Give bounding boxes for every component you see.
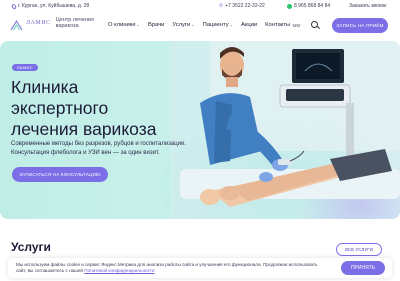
nav-item-contacts[interactable]: Контакты — [265, 22, 290, 28]
phone-primary-text[interactable]: +7 3522 22-32-22 — [225, 3, 265, 9]
cookie-accept-button[interactable]: ПРИНЯТЬ — [341, 261, 385, 275]
hero-lead-line-1: Современные методы без разрезов, рубцов … — [11, 141, 187, 147]
address: г. Курган, ул. Куйбышева, д. 28 — [10, 2, 90, 10]
whatsapp-icon — [287, 3, 292, 9]
appointment-button[interactable]: ЗАПИСЬ НА ПРИЁМ — [332, 18, 388, 33]
top-info-bar: г. Курган, ул. Куйбышева, д. 28 ✆ +7 352… — [0, 0, 400, 12]
nav-item-patients-label: Пациенту — [202, 22, 229, 28]
hero-badge: ЛАМИС — [12, 64, 38, 71]
all-services-button[interactable]: ВСЕ УСЛУГИ — [336, 243, 382, 256]
hero-title-line-2: экспертного — [11, 98, 109, 118]
chevron-down-icon: ⌄ — [191, 22, 195, 27]
cookie-text: Мы используем файлы cookie и сервис Янде… — [16, 262, 336, 274]
logo-subtitle: Центр лечения варикоза — [56, 17, 94, 29]
cookie-text-line-2: сайт, вы соглашаетесь с нашей — [16, 268, 85, 273]
nav-item-services[interactable]: Услуги⌄ — [172, 22, 194, 28]
nav-item-promotions-label: Акции — [240, 22, 258, 28]
services-title: Услуги — [11, 240, 51, 254]
cookie-banner: Мы используем файлы cookie и сервис Янде… — [8, 258, 392, 278]
hero-photo-doctor-ultrasound — [170, 41, 400, 219]
phone-whatsapp-text[interactable]: 8 965 868 84 84 — [294, 3, 330, 9]
hero: ЛАМИС Клиника экспертного лечения варико… — [0, 41, 400, 219]
phone-icon: ✆ — [219, 3, 224, 9]
search-icon[interactable] — [311, 21, 318, 28]
hero-title-line-3: лечения варикоза — [11, 119, 157, 139]
map-pin-icon — [10, 2, 18, 10]
nav-item-promotions[interactable]: Акции — [241, 22, 257, 28]
nav-item-about[interactable]: О клинике⌄ — [108, 22, 140, 28]
chevron-down-icon: ⌄ — [136, 22, 140, 27]
glasses-icon[interactable]: 👓 — [292, 22, 301, 30]
nav-item-patients[interactable]: Пациенту⌄ — [203, 22, 233, 28]
consultation-button[interactable]: ЗАПИСАТЬСЯ НА КОНСУЛЬТАЦИЮ — [12, 167, 108, 182]
hero-title: Клиника экспертного лечения варикоза — [11, 77, 156, 140]
logo[interactable]: ЛАМИС Центр лечения варикоза — [10, 17, 94, 30]
nav-item-services-label: Услуги — [172, 22, 191, 28]
callback-link[interactable]: Заказать звонок — [349, 3, 386, 9]
nav-item-doctors-label: Врачи — [147, 22, 165, 28]
main-nav: О клинике⌄ Врачи Услуги⌄ Пациенту⌄ Акции… — [108, 22, 290, 28]
logo-subtitle-line-2: варикоза — [55, 23, 79, 29]
page: г. Курган, ул. Куйбышева, д. 28 ✆ +7 352… — [0, 0, 400, 281]
nav-item-contacts-label: Контакты — [265, 22, 291, 28]
address-text: г. Курган, ул. Куйбышева, д. 28 — [18, 3, 90, 9]
logo-name: ЛАМИС — [26, 20, 51, 26]
nav-item-doctors[interactable]: Врачи — [148, 22, 164, 28]
privacy-policy-link[interactable]: Политикой конфиденциальности — [84, 268, 154, 273]
hero-lead-line-2: Консультация флеболога и УЗИ вен — за од… — [11, 149, 160, 156]
hero-lead: Современные методы без разрезов, рубцов … — [11, 140, 201, 157]
logo-mark-icon — [10, 18, 23, 30]
hero-title-line-1: Клиника — [11, 77, 79, 97]
phone-whatsapp[interactable]: 8 965 868 84 84 — [287, 3, 330, 9]
chevron-down-icon: ⌄ — [229, 22, 233, 27]
phone-primary[interactable]: ✆ +7 3522 22-32-22 — [219, 3, 265, 9]
nav-item-about-label: О клинике — [108, 22, 136, 28]
cookie-text-line-1: Мы используем файлы cookie и сервис Янде… — [16, 262, 318, 267]
